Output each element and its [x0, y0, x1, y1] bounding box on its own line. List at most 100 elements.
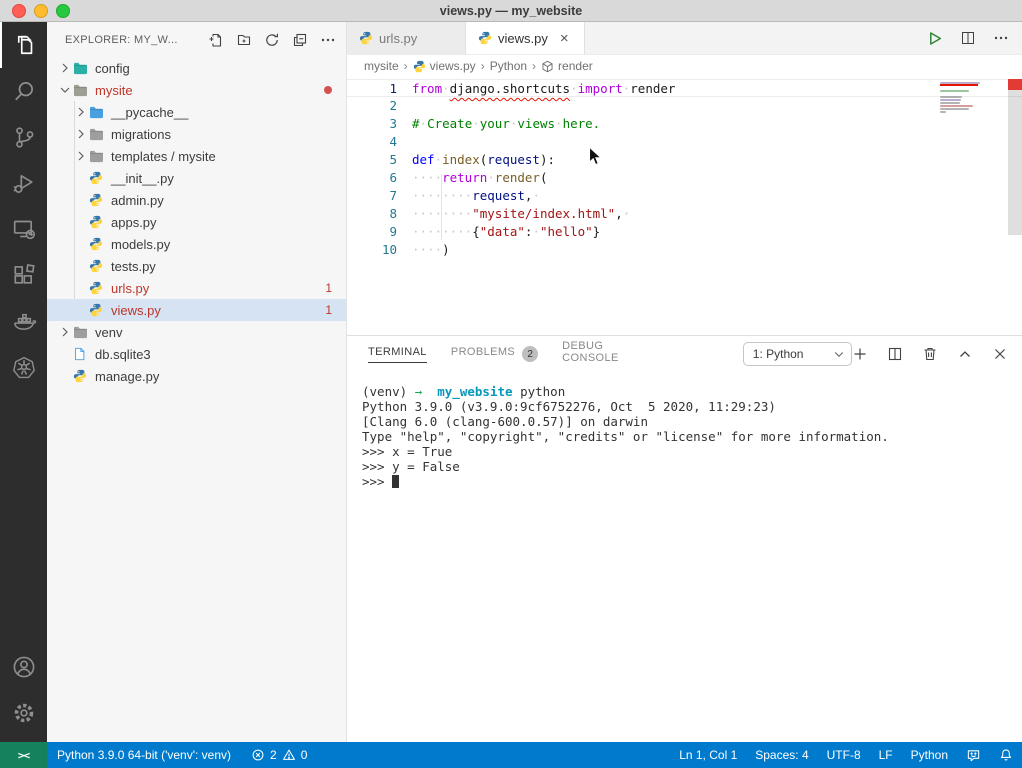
refresh-explorer-button[interactable] — [264, 32, 280, 48]
code-editor[interactable]: 1from·django.shortcuts·import·render23#·… — [347, 77, 1022, 335]
activity-accounts-button[interactable] — [0, 644, 47, 690]
window-title: views.py — my_website — [0, 4, 1022, 18]
activity-explorer-button[interactable] — [0, 22, 47, 68]
tab-problems[interactable]: PROBLEMS2 — [451, 346, 538, 363]
code-token: · — [420, 115, 428, 133]
activity-remote-explorer-button[interactable] — [0, 206, 47, 252]
indentation-status[interactable]: Spaces: 4 — [746, 742, 817, 768]
cursor-position-status[interactable]: Ln 1, Col 1 — [670, 742, 746, 768]
collapse-folders-button[interactable] — [292, 32, 308, 48]
split-terminal-button[interactable] — [887, 346, 903, 362]
tree-item-admin-py[interactable]: admin.py — [47, 189, 346, 211]
code-token: } — [593, 223, 601, 241]
tree-item-views-py[interactable]: views.py1 — [47, 299, 346, 321]
problems-status[interactable]: 2 0 — [241, 742, 317, 768]
kill-terminal-button[interactable] — [922, 346, 938, 362]
tree-item-apps-py[interactable]: apps.py — [47, 211, 346, 233]
remote-indicator[interactable]: >< — [0, 742, 47, 768]
code-token: Create — [427, 115, 472, 133]
activity-search-button[interactable] — [0, 68, 47, 114]
more-actions-button[interactable] — [320, 32, 336, 48]
error-dot-badge — [324, 86, 332, 94]
line-number: 7 — [347, 187, 412, 205]
tree-item-pycache[interactable]: __pycache__ — [47, 101, 346, 123]
line-number: 8 — [347, 205, 412, 223]
tree-item-db-sqlite3[interactable]: db.sqlite3 — [47, 343, 346, 365]
tree-item-manage-py[interactable]: manage.py — [47, 365, 346, 387]
tab-views-py[interactable]: views.py × — [466, 22, 585, 54]
tab-debug-console[interactable]: DEBUG CONSOLE — [562, 340, 653, 369]
tree-item-config[interactable]: config — [47, 57, 346, 79]
terminal-picker-dropdown[interactable]: 1: Python — [743, 342, 852, 366]
maximize-panel-button[interactable] — [957, 346, 973, 362]
close-tab-icon[interactable]: × — [560, 31, 569, 46]
tree-item-urls-py[interactable]: urls.py1 — [47, 277, 346, 299]
chevron-right-icon — [73, 126, 89, 142]
minimap[interactable] — [940, 82, 1002, 114]
code-line-5[interactable]: 5def·index(request): — [347, 151, 1022, 169]
new-file-button[interactable] — [208, 32, 224, 48]
tree-item-label: views.py — [111, 303, 161, 318]
tree-item-label: admin.py — [111, 193, 164, 208]
tree-item-venv[interactable]: venv — [47, 321, 346, 343]
activity-extensions-button[interactable] — [0, 252, 47, 298]
breadcrumb-item[interactable]: render — [541, 59, 593, 73]
code-line-8[interactable]: 8········"mysite/index.html",· — [347, 205, 1022, 223]
code-line-1[interactable]: 1from·django.shortcuts·import·render — [347, 79, 1022, 97]
terminal-token: >>> x = True — [362, 444, 452, 459]
folder-icon — [89, 148, 109, 164]
code-token: · — [623, 80, 631, 96]
eol-status[interactable]: LF — [870, 742, 902, 768]
tab-urls-py[interactable]: urls.py — [347, 22, 466, 54]
breadcrumb-item[interactable]: mysite — [364, 59, 399, 73]
file-tree: configmysite__pycache__migrationstemplat… — [47, 57, 346, 742]
activity-kubernetes-button[interactable] — [0, 344, 47, 390]
python-interpreter-status[interactable]: Python 3.9.0 64-bit ('venv': venv) — [47, 742, 241, 768]
breadcrumb-item[interactable]: views.py — [413, 59, 476, 73]
code-token: "data" — [480, 223, 525, 241]
terminal-line: >>> x = True — [362, 444, 1022, 459]
feedback-smiley-icon[interactable] — [957, 742, 990, 768]
breadcrumb-item[interactable]: Python — [490, 59, 527, 73]
tree-item-init-py[interactable]: __init__.py — [47, 167, 346, 189]
run-python-file-button[interactable] — [926, 30, 943, 47]
code-line-7[interactable]: 7········request,· — [347, 187, 1022, 205]
tree-item-mysite[interactable]: mysite — [47, 79, 346, 101]
activity-settings-button[interactable] — [0, 690, 47, 736]
tree-item-tests-py[interactable]: tests.py — [47, 255, 346, 277]
tree-item-migrations[interactable]: migrations — [47, 123, 346, 145]
split-editor-button[interactable] — [960, 30, 976, 46]
line-number: 9 — [347, 223, 412, 241]
code-token: · — [623, 205, 631, 223]
code-line-9[interactable]: 9········{"data":·"hello"} — [347, 223, 1022, 241]
encoding-status[interactable]: UTF-8 — [818, 742, 870, 768]
new-folder-button[interactable] — [236, 32, 252, 48]
terminal-output[interactable]: (venv) → my_website pythonPython 3.9.0 (… — [347, 372, 1022, 489]
activity-run-debug-button[interactable] — [0, 160, 47, 206]
code-line-4[interactable]: 4 — [347, 133, 1022, 151]
more-actions-icon[interactable] — [993, 30, 1009, 46]
new-terminal-button[interactable] — [852, 346, 868, 362]
tree-item-templates-mysite[interactable]: templates / mysite — [47, 145, 346, 167]
overview-ruler-error-marker — [1008, 79, 1022, 90]
explorer-title: EXPLORER: MY_W... — [65, 34, 208, 46]
editor-scrollbar[interactable] — [1008, 79, 1022, 235]
tab-terminal[interactable]: TERMINAL — [368, 346, 427, 363]
folder-icon — [73, 324, 93, 340]
code-line-6[interactable]: 6····return·render( — [347, 169, 1022, 187]
code-line-2[interactable]: 2 — [347, 97, 1022, 115]
extensions-icon — [12, 263, 36, 287]
search-icon — [12, 79, 36, 103]
breadcrumb: mysite › views.py › Python › render — [347, 55, 1022, 77]
tree-item-models-py[interactable]: models.py — [47, 233, 346, 255]
line-number: 6 — [347, 169, 412, 187]
language-mode-status[interactable]: Python — [902, 742, 957, 768]
activity-source-control-button[interactable] — [0, 114, 47, 160]
close-panel-button[interactable] — [992, 346, 1008, 362]
activity-docker-button[interactable] — [0, 298, 47, 344]
code-token: django.shortcuts — [450, 80, 570, 96]
editor-indent-guide — [441, 174, 442, 240]
notifications-bell-icon[interactable] — [990, 742, 1022, 768]
code-line-3[interactable]: 3#·Create·your·views·here. — [347, 115, 1022, 133]
code-line-10[interactable]: 10····) — [347, 241, 1022, 259]
